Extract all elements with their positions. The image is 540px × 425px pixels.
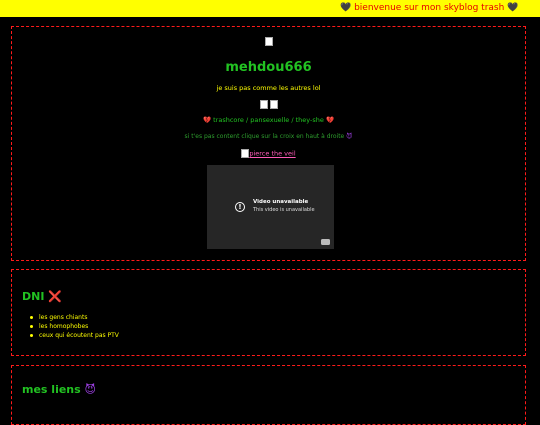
header-image xyxy=(12,37,525,46)
image-pair xyxy=(12,100,525,109)
broken-image-icon xyxy=(269,100,278,109)
profile-tags: 💔 trashcore / pansexuelle / they-she 💔 xyxy=(12,116,525,124)
broken-heart-icon: 💔 xyxy=(325,116,335,124)
profile-tagline: je suis pas comme les autres lol xyxy=(216,84,321,92)
video-player[interactable]: ! Video unavailable This video is unavai… xyxy=(207,165,334,249)
broken-image-icon xyxy=(259,100,268,109)
profile-box: mehdou666 je suis pas comme les autres l… xyxy=(11,26,526,261)
list-item: ceux qui écoutent pas PTV xyxy=(30,331,119,340)
profile-name: mehdou666 xyxy=(225,60,312,75)
links-heading-text: mes liens xyxy=(22,383,81,396)
youtube-logo-icon[interactable] xyxy=(321,239,330,245)
video-error-subtitle: This video is unavailable xyxy=(253,207,315,213)
pierce-the-veil-link[interactable]: pierce the veil xyxy=(249,150,295,158)
list-item: les gens chiants xyxy=(30,313,119,322)
tags-text: trashcore / pansexuelle / they-she xyxy=(213,116,324,124)
alert-icon: ! xyxy=(235,202,245,212)
close-hint: si t'es pas content clique sur la croix … xyxy=(12,133,525,140)
cross-mark-icon: ❌ xyxy=(48,290,62,303)
marquee-bar: 🖤 bienvenue sur mon skyblog trash 🖤 xyxy=(0,0,540,17)
devil-icon: 😈 xyxy=(84,383,96,396)
pierce-link-row: pierce the veil xyxy=(12,149,525,158)
list-item: les homophobes xyxy=(30,322,119,331)
links-heading: mes liens 😈 xyxy=(22,383,96,396)
broken-image-icon xyxy=(264,37,273,46)
dni-list: les gens chiants les homophobes ceux qui… xyxy=(30,313,119,340)
dni-box: DNI ❌ les gens chiants les homophobes ce… xyxy=(11,269,526,356)
marquee-text: 🖤 bienvenue sur mon skyblog trash 🖤 xyxy=(340,3,519,13)
hint-text: si t'es pas content clique sur la croix … xyxy=(184,133,345,140)
video-error-title: Video unavailable xyxy=(253,199,309,205)
links-box: mes liens 😈 xyxy=(11,365,526,425)
devil-icon: 😈 xyxy=(346,133,353,140)
dni-heading-text: DNI xyxy=(22,290,45,303)
dni-heading: DNI ❌ xyxy=(22,290,62,303)
broken-heart-icon: 💔 xyxy=(202,116,212,124)
